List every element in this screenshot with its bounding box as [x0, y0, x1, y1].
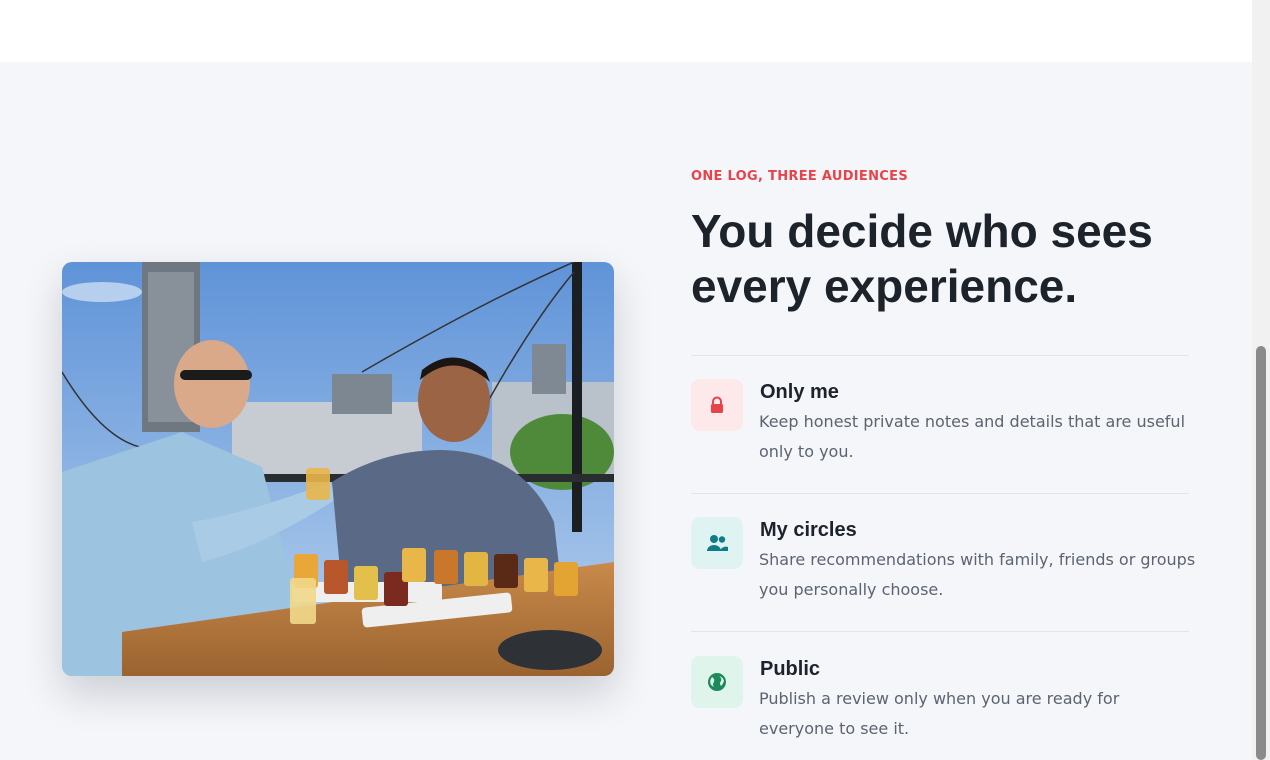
- audience-title: Public: [760, 658, 821, 680]
- audience-description: Keep honest private notes and details th…: [759, 412, 1186, 461]
- globe-icon: [691, 656, 743, 708]
- lock-icon: [691, 379, 743, 431]
- scrollbar-thumb[interactable]: [1256, 346, 1266, 760]
- audience-only-me: Only me Keep honest private notes and de…: [691, 379, 1201, 489]
- audience-public: Public Publish a review only when you ar…: [691, 656, 1201, 760]
- section-heading: You decide who sees every experience.: [691, 205, 1153, 312]
- audience-description: Publish a review only when you are ready…: [759, 689, 1120, 738]
- section-eyebrow: ONE LOG, THREE AUDIENCES: [691, 169, 908, 184]
- users-icon: [691, 517, 743, 569]
- audience-my-circles: My circles Share recommendations with fa…: [691, 517, 1201, 627]
- divider: [691, 493, 1189, 494]
- divider: [691, 631, 1189, 632]
- audience-description: Share recommendations with family, frien…: [759, 550, 1196, 599]
- friends-beer-tasting-photo: [62, 262, 614, 676]
- audience-title: Only me: [760, 381, 839, 403]
- divider: [691, 355, 1189, 356]
- audience-title: My circles: [760, 519, 857, 541]
- top-strip: [0, 0, 1252, 62]
